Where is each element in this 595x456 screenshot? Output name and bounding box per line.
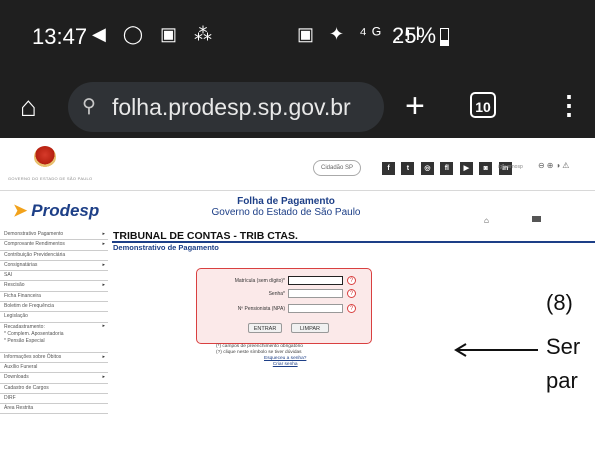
submenu-arrow-icon: ▸	[102, 241, 105, 248]
clear-button[interactable]: LIMPAR	[291, 323, 329, 333]
address-bar[interactable]: ⚲ folha.prodesp.sp.gov.br	[68, 82, 384, 132]
annotation-arrow-icon	[454, 343, 538, 357]
social-links: f t ◎ fl ▶ ◙ in	[382, 160, 514, 178]
cidadao-sp-button[interactable]: Cidadão SP	[313, 160, 361, 176]
battery-icon	[440, 28, 449, 46]
more-menu-icon[interactable]: ⋮	[556, 90, 582, 120]
sidebar-item[interactable]: Informações sobre Óbitos ▸	[0, 353, 108, 363]
matricula-input[interactable]	[288, 276, 343, 285]
submenu-arrow-icon: ▸	[102, 261, 105, 268]
instagram-icon[interactable]: ◎	[420, 162, 434, 176]
site-title: Folha de Pagamento	[237, 196, 335, 207]
pensionista-help-icon[interactable]: ?	[347, 304, 356, 313]
sidebar-item[interactable]: Downloads ▸	[0, 373, 108, 384]
state-crest-icon	[34, 146, 56, 168]
sidebar-item-label: DIRF	[4, 394, 16, 401]
sidebar-item[interactable]: DIRF	[0, 394, 108, 405]
annotation-line-2: par	[546, 368, 578, 393]
sidebar-item-label: Cadastro de Cargos	[4, 384, 49, 391]
required-note: (*) campos de preenchimento obrigatório	[216, 344, 303, 349]
matricula-label: Matrícula (sem dígito)*	[234, 278, 285, 284]
enter-button[interactable]: ENTRAR	[248, 323, 282, 333]
gov-handle: /governosp	[498, 164, 523, 170]
sidebar-item-label: Downloads	[4, 374, 29, 381]
issuu-icon[interactable]: ◙	[479, 162, 493, 176]
sidebar-item[interactable]: Boletim de Frequência	[0, 302, 108, 313]
prodesp-logo[interactable]: ➤ Prodesp	[13, 201, 99, 221]
sidebar-item[interactable]: Auxílio Funeral	[0, 363, 108, 374]
pensionista-label: Nº Pensionista (NPA)	[237, 306, 285, 312]
sidebar-item[interactable]: SAI	[0, 271, 108, 282]
sidebar-item-label: Rescisão	[4, 282, 25, 289]
youtube-icon[interactable]: ▶	[459, 162, 473, 176]
site-header: ➤ Prodesp Folha de Pagamento Governo do E…	[0, 191, 595, 229]
sidebar-item-label: Informações sobre Óbitos	[4, 353, 62, 360]
submenu-arrow-icon: ▸	[102, 374, 105, 381]
senha-label: Senha*	[268, 291, 285, 297]
sidebar-item[interactable]: Legislação	[0, 312, 108, 323]
sidebar-item-label: Recadastramento: * Complem. Aposentadori…	[4, 323, 64, 344]
help-note: (?) clique neste símbolo se tiver dúvida…	[216, 349, 302, 355]
notification-icons: ◀ ◯ ▣ ⁂	[92, 24, 218, 44]
sidebar-item-label: Contribuição Previdenciária	[4, 251, 66, 258]
new-tab-icon[interactable]: +	[405, 86, 425, 126]
form-notes: (*) campos de preenchimento obrigatório …	[216, 344, 303, 355]
clock: 13:47	[32, 24, 88, 49]
submenu-arrow-icon: ▸	[102, 322, 105, 329]
browser-toolbar: ⌂ ⚲ folha.prodesp.sp.gov.br + 10 ⋮	[0, 76, 595, 138]
sidebar-item-label: SAI	[4, 272, 13, 279]
sidebar-item[interactable]: Consignatárias ▸	[0, 261, 108, 272]
site-subtitle: Governo do Estado de São Paulo	[211, 207, 361, 218]
submenu-arrow-icon: ▸	[102, 231, 105, 237]
logo-text: Prodesp	[31, 201, 100, 220]
accessibility-icons[interactable]: ⊖⊕◑⚠	[538, 161, 571, 170]
senha-help-icon[interactable]: ?	[347, 289, 356, 298]
submenu-arrow-icon: ▸	[102, 353, 105, 360]
logo-arrow-icon: ➤	[13, 201, 28, 220]
sidebar-item[interactable]: Área Restrita	[0, 404, 108, 415]
sidebar-menu: Demonstrativo Pagamento ▸ Comprovante Rend…	[0, 230, 108, 456]
sidebar-item[interactable]: Ficha Financeira	[0, 292, 108, 303]
submenu-arrow-icon: ▸	[102, 282, 105, 289]
crest-caption: GOVERNO DO ESTADO DE SÃO PAULO	[8, 176, 93, 181]
mail-icon[interactable]	[532, 216, 541, 222]
sidebar-item-label: Boletim de Frequência	[4, 303, 55, 310]
status-bar: 13:47 ◀ ◯ ▣ ⁂ ▣ ✦ ⁴ᴳ .ıl 25%	[0, 0, 595, 76]
sidebar-item-label: Auxílio Funeral	[4, 363, 38, 370]
sidebar-item[interactable]: Rescisão ▸	[0, 281, 108, 292]
twitter-icon[interactable]: t	[401, 162, 415, 176]
battery-level: 25%	[392, 23, 437, 48]
sidebar-item-label: Comprovante Rendimentos	[4, 241, 65, 248]
sidebar-item-label: Demonstrativo Pagamento	[4, 231, 64, 237]
url-text[interactable]: folha.prodesp.sp.gov.br	[112, 94, 351, 121]
annotation-number: (8)	[546, 290, 573, 315]
forgot-password-link[interactable]: Esqueceu a senha?	[264, 356, 306, 362]
home-icon[interactable]: ⌂	[20, 92, 50, 122]
sidebar-item[interactable]: Comprovante Rendimentos ▸	[0, 240, 108, 251]
site-settings-icon[interactable]: ⚲	[82, 95, 96, 118]
sidebar-item-label: Área Restrita	[4, 405, 34, 412]
sidebar-item[interactable]: Demonstrativo Pagamento ▸	[0, 230, 108, 241]
sidebar-item[interactable]: Contribuição Previdenciária	[0, 251, 108, 261]
pensionista-input[interactable]	[288, 304, 343, 313]
sidebar-item[interactable]: Cadastro de Cargos	[0, 384, 108, 394]
senha-input[interactable]	[288, 289, 343, 298]
sidebar-item[interactable]: Recadastramento: * Complem. Aposentadori…	[0, 323, 108, 353]
sidebar-item-label: Consignatárias	[4, 261, 38, 268]
tab-switcher-button[interactable]: 10	[470, 92, 496, 118]
password-links: Esqueceu a senha? Criar senha	[264, 356, 306, 367]
login-form: Matrícula (sem dígito)* ? Senha* ? Nº Pe…	[196, 268, 372, 344]
facebook-icon[interactable]: f	[382, 162, 395, 176]
gov-header: GOVERNO DO ESTADO DE SÃO PAULO Cidadão S…	[0, 138, 595, 191]
page-subtitle: Demonstrativo de Pagamento	[113, 243, 219, 252]
matricula-help-icon[interactable]: ?	[347, 276, 356, 285]
flickr-icon[interactable]: fl	[440, 162, 454, 176]
home-small-icon[interactable]: ⌂	[484, 216, 489, 225]
sidebar-item-label: Ficha Financeira	[4, 292, 41, 299]
sidebar-item-label: Legislação	[4, 313, 28, 320]
create-password-link[interactable]: Criar senha	[264, 362, 306, 368]
annotation-line-1: Ser	[546, 334, 581, 359]
